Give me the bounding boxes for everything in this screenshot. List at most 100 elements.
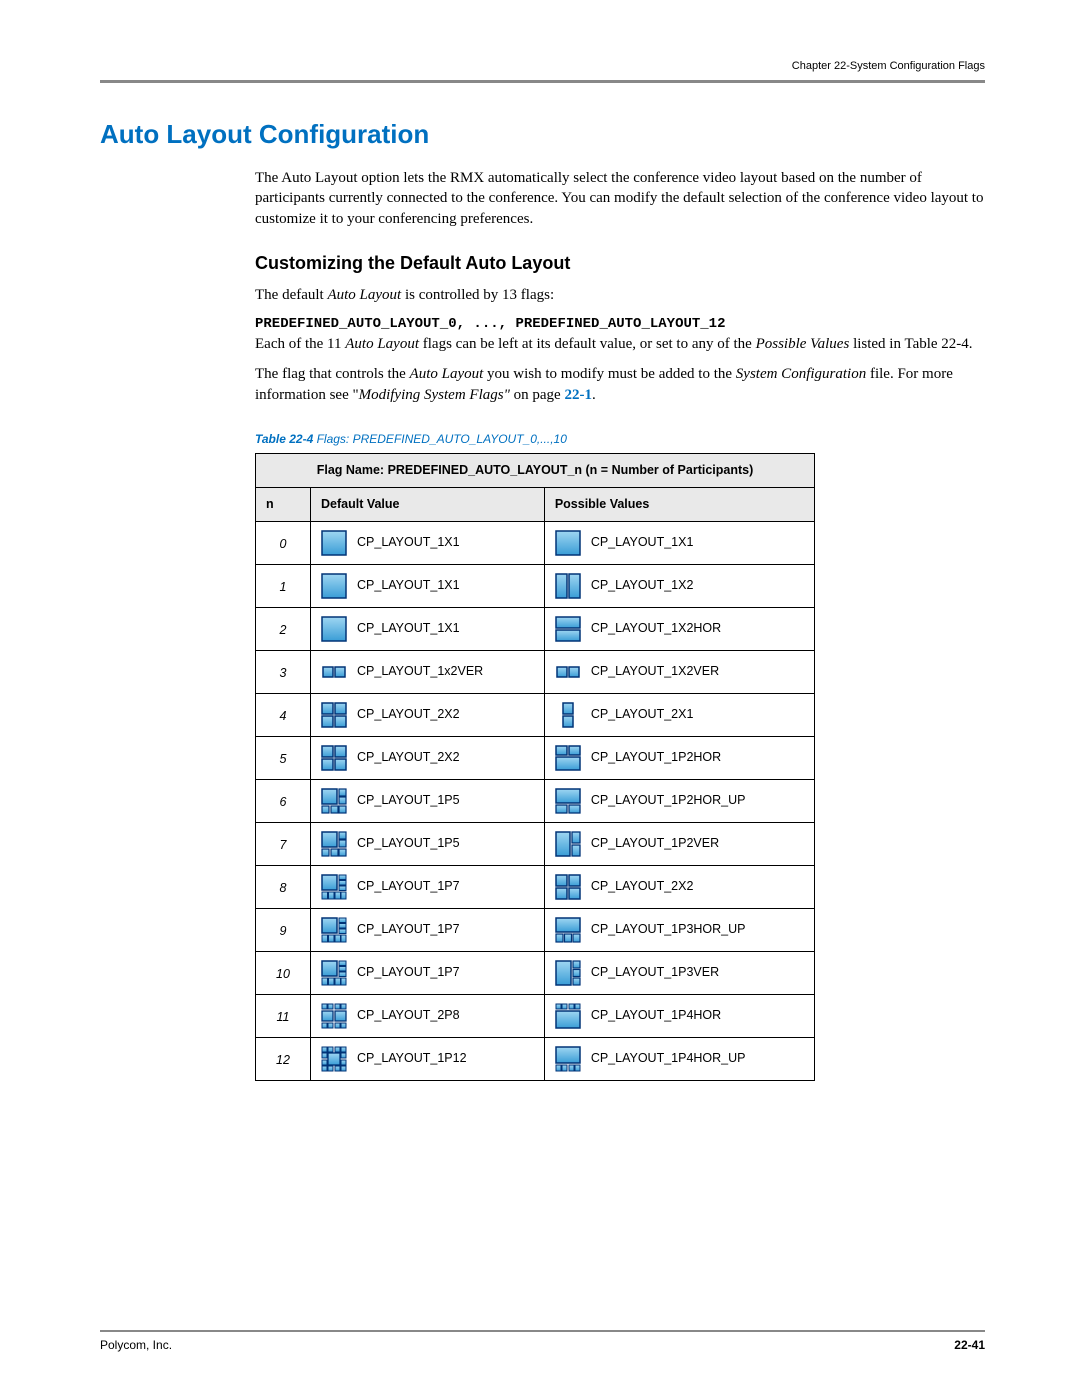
possible-label: CP_LAYOUT_1X2 xyxy=(591,577,694,594)
possible-label: CP_LAYOUT_1P2HOR xyxy=(591,749,721,766)
default-cell: CP_LAYOUT_1X1 xyxy=(311,521,545,564)
n-cell: 3 xyxy=(256,650,311,693)
n-cell: 5 xyxy=(256,736,311,779)
col-default: Default Value xyxy=(311,488,545,522)
default-cell: CP_LAYOUT_1X1 xyxy=(311,564,545,607)
subsection-heading: Customizing the Default Auto Layout xyxy=(255,251,985,275)
layout-icon xyxy=(321,1003,347,1029)
n-cell: 11 xyxy=(256,994,311,1037)
layout-icon xyxy=(555,659,581,685)
n-cell: 8 xyxy=(256,865,311,908)
table-row: 10 CP_LAYOUT_1P7 CP_LAYOUT_1P3VER xyxy=(256,951,815,994)
layout-icon xyxy=(321,917,347,943)
col-possible: Possible Values xyxy=(544,488,814,522)
possible-label: CP_LAYOUT_1X2VER xyxy=(591,663,719,680)
table-title: Flag Name: PREDEFINED_AUTO_LAYOUT_n (n =… xyxy=(256,454,815,488)
possible-label: CP_LAYOUT_1P2HOR_UP xyxy=(591,792,746,809)
possible-cell: CP_LAYOUT_2X1 xyxy=(544,693,814,736)
default-cell: CP_LAYOUT_2P8 xyxy=(311,994,545,1037)
flag-controls-paragraph: The flag that controls the Auto Layout y… xyxy=(255,364,985,405)
layout-icon xyxy=(555,874,581,900)
default-label: CP_LAYOUT_1X1 xyxy=(357,534,460,551)
n-cell: 2 xyxy=(256,607,311,650)
layout-icon xyxy=(321,960,347,986)
default-label: CP_LAYOUT_2P8 xyxy=(357,1007,460,1024)
possible-label: CP_LAYOUT_2X1 xyxy=(591,706,694,723)
layout-icon xyxy=(555,788,581,814)
default-label: CP_LAYOUT_2X2 xyxy=(357,706,460,723)
table-row: 3 CP_LAYOUT_1x2VER CP_LAYOUT_1X2VER xyxy=(256,650,815,693)
n-cell: 7 xyxy=(256,822,311,865)
possible-cell: CP_LAYOUT_1X1 xyxy=(544,521,814,564)
layout-icon xyxy=(555,616,581,642)
possible-cell: CP_LAYOUT_2X2 xyxy=(544,865,814,908)
table-row: 12 CP_LAYOUT_1P12 CP_LAYOUT_1P4HOR_UP xyxy=(256,1037,815,1080)
layout-icon xyxy=(555,1003,581,1029)
possible-label: CP_LAYOUT_1P4HOR_UP xyxy=(591,1050,746,1067)
default-cell: CP_LAYOUT_1P12 xyxy=(311,1037,545,1080)
possible-cell: CP_LAYOUT_1X2 xyxy=(544,564,814,607)
layout-icon xyxy=(321,1046,347,1072)
header-rule xyxy=(100,80,985,83)
layout-icon xyxy=(555,530,581,556)
default-cell: CP_LAYOUT_2X2 xyxy=(311,736,545,779)
table-row: 7CP_LAYOUT_1P5CP_LAYOUT_1P2VER xyxy=(256,822,815,865)
table-row: 0 CP_LAYOUT_1X1 CP_LAYOUT_1X1 xyxy=(256,521,815,564)
possible-cell: CP_LAYOUT_1P4HOR xyxy=(544,994,814,1037)
section-title: Auto Layout Configuration xyxy=(100,119,985,150)
table-row: 8 CP_LAYOUT_1P7 CP_LAYOUT_2X2 xyxy=(256,865,815,908)
n-cell: 6 xyxy=(256,779,311,822)
default-label: CP_LAYOUT_1P12 xyxy=(357,1050,467,1067)
layout-icon xyxy=(321,788,347,814)
layout-icon xyxy=(555,702,581,728)
flag-range-line: PREDEFINED_AUTO_LAYOUT_0, ..., PREDEFINE… xyxy=(255,315,985,334)
possible-cell: CP_LAYOUT_1P3VER xyxy=(544,951,814,994)
layout-icon xyxy=(555,960,581,986)
n-cell: 9 xyxy=(256,908,311,951)
layout-icon xyxy=(555,745,581,771)
possible-cell: CP_LAYOUT_1P2HOR xyxy=(544,736,814,779)
possible-label: CP_LAYOUT_2X2 xyxy=(591,878,694,895)
possible-cell: CP_LAYOUT_1P2HOR_UP xyxy=(544,779,814,822)
possible-label: CP_LAYOUT_1X2HOR xyxy=(591,620,721,637)
default-cell: CP_LAYOUT_1P7 xyxy=(311,951,545,994)
default-label: CP_LAYOUT_2X2 xyxy=(357,749,460,766)
default-label: CP_LAYOUT_1X1 xyxy=(357,620,460,637)
n-cell: 4 xyxy=(256,693,311,736)
default-cell: CP_LAYOUT_1X1 xyxy=(311,607,545,650)
possible-label: CP_LAYOUT_1P3VER xyxy=(591,964,719,981)
default-cell: CP_LAYOUT_2X2 xyxy=(311,693,545,736)
possible-label: CP_LAYOUT_1X1 xyxy=(591,534,694,551)
layout-icon xyxy=(321,530,347,556)
default-label: CP_LAYOUT_1X1 xyxy=(357,577,460,594)
n-cell: 0 xyxy=(256,521,311,564)
default-cell: CP_LAYOUT_1x2VER xyxy=(311,650,545,693)
layout-icon xyxy=(321,659,347,685)
each-flags-paragraph: Each of the 11 Auto Layout flags can be … xyxy=(255,334,985,354)
footer-org: Polycom, Inc. xyxy=(100,1338,172,1352)
default-label: CP_LAYOUT_1x2VER xyxy=(357,663,483,680)
possible-cell: CP_LAYOUT_1P4HOR_UP xyxy=(544,1037,814,1080)
table-row: 1CP_LAYOUT_1X1CP_LAYOUT_1X2 xyxy=(256,564,815,607)
n-cell: 10 xyxy=(256,951,311,994)
possible-cell: CP_LAYOUT_1X2VER xyxy=(544,650,814,693)
layout-icon xyxy=(555,917,581,943)
default-label: CP_LAYOUT_1P7 xyxy=(357,964,460,981)
intro-paragraph: The Auto Layout option lets the RMX auto… xyxy=(255,168,985,229)
n-cell: 12 xyxy=(256,1037,311,1080)
layout-icon xyxy=(555,831,581,857)
table-row: 2 CP_LAYOUT_1X1 CP_LAYOUT_1X2HOR xyxy=(256,607,815,650)
default-label: CP_LAYOUT_1P7 xyxy=(357,878,460,895)
default-label: CP_LAYOUT_1P5 xyxy=(357,835,460,852)
col-n: n xyxy=(256,488,311,522)
page-ref-link[interactable]: 22-1 xyxy=(564,387,592,403)
possible-cell: CP_LAYOUT_1X2HOR xyxy=(544,607,814,650)
layout-icon xyxy=(321,702,347,728)
default-cell: CP_LAYOUT_1P7 xyxy=(311,865,545,908)
default-cell: CP_LAYOUT_1P5 xyxy=(311,822,545,865)
layout-icon xyxy=(321,831,347,857)
possible-label: CP_LAYOUT_1P4HOR xyxy=(591,1007,721,1024)
layout-icon xyxy=(321,616,347,642)
layout-icon xyxy=(555,1046,581,1072)
possible-label: CP_LAYOUT_1P3HOR_UP xyxy=(591,921,746,938)
